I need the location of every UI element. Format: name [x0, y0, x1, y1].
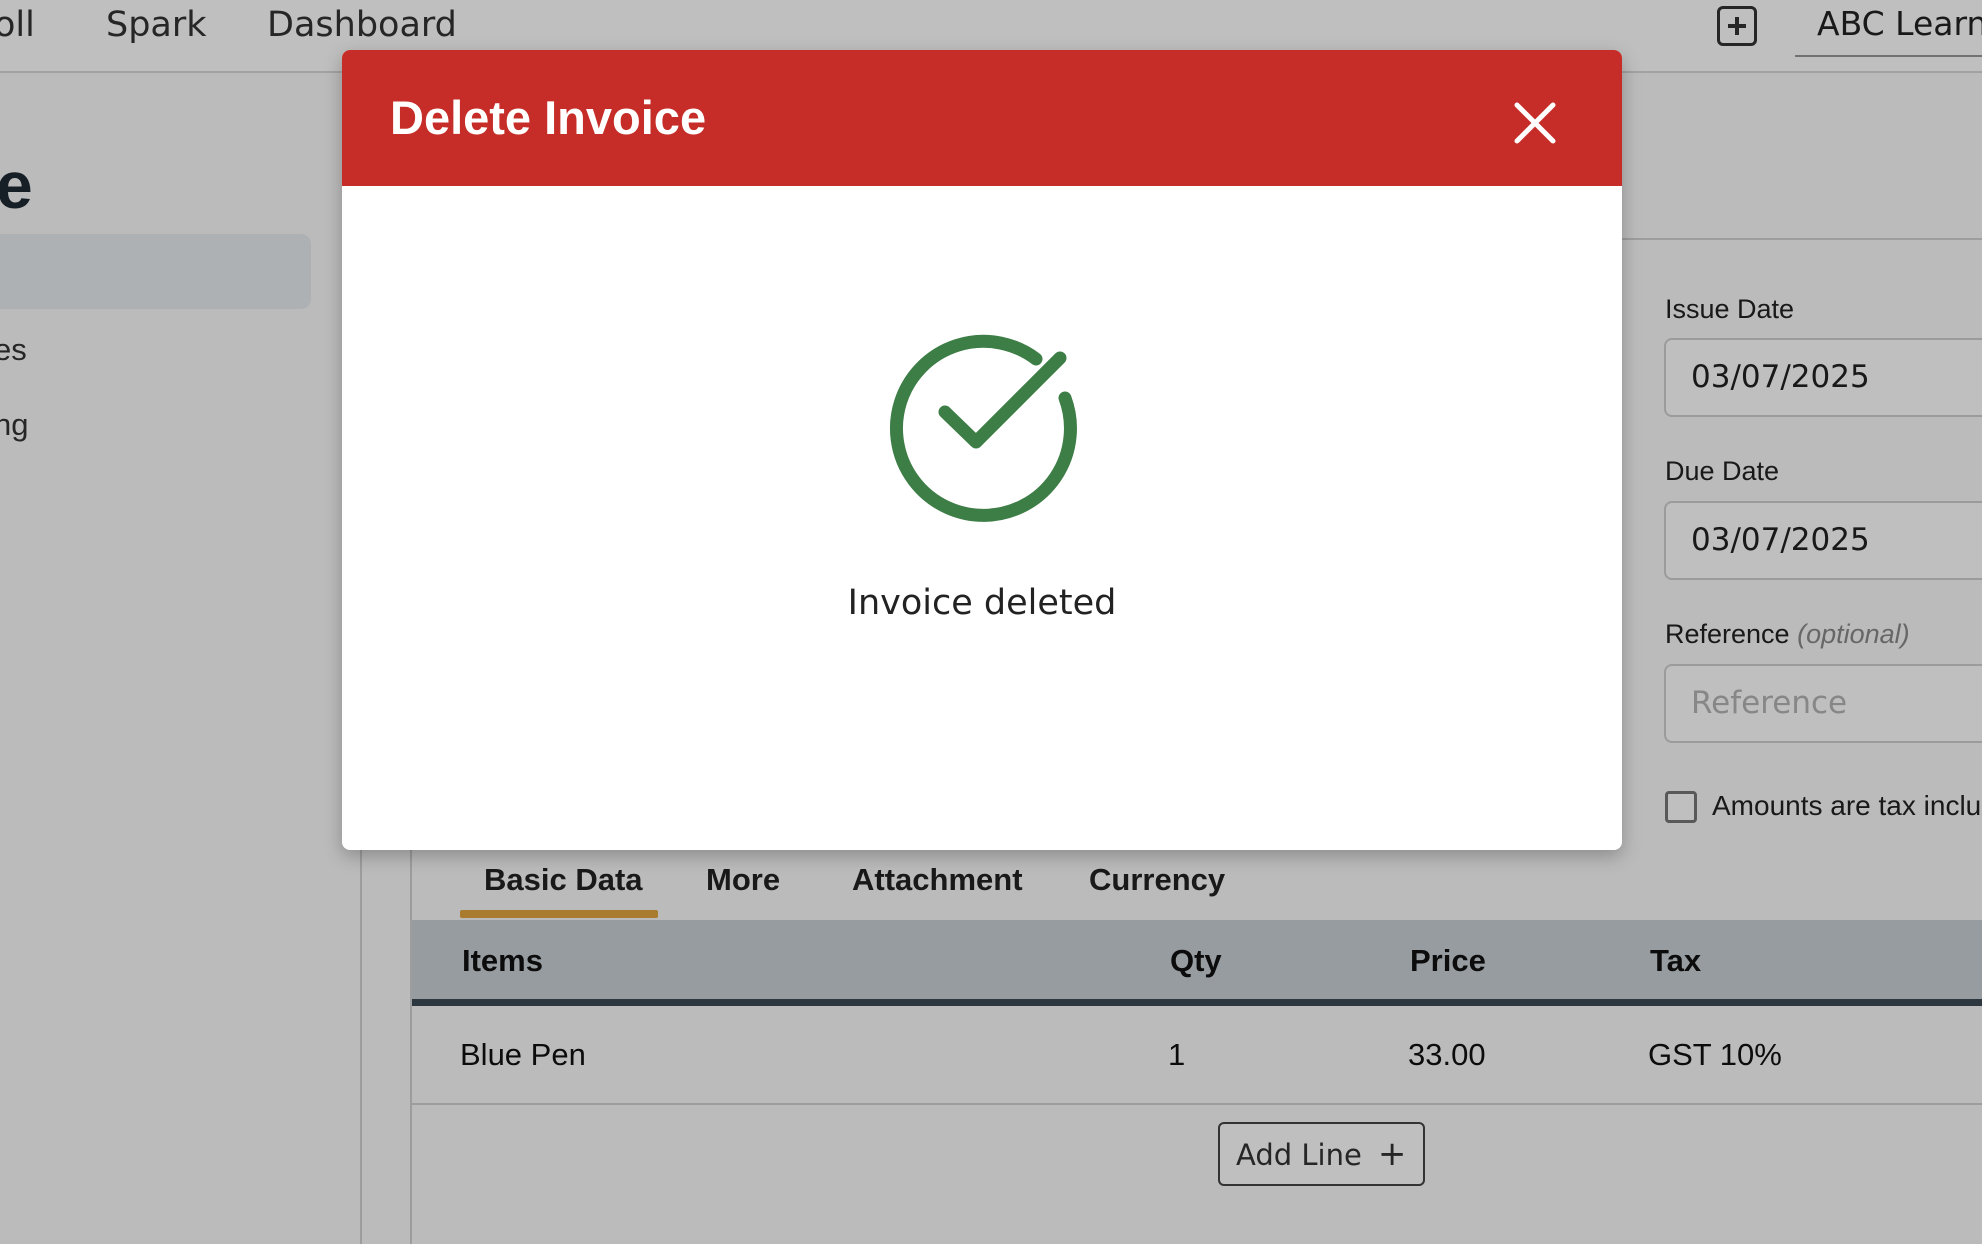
dialog-message: Invoice deleted: [847, 583, 1117, 623]
check-circle-icon: [889, 334, 1077, 522]
dialog-title: Delete Invoice: [390, 91, 707, 144]
delete-invoice-dialog: Delete Invoice Invoice deleted: [342, 50, 1622, 850]
dialog-header: Delete Invoice: [342, 50, 1622, 186]
close-icon[interactable]: [1512, 100, 1558, 146]
